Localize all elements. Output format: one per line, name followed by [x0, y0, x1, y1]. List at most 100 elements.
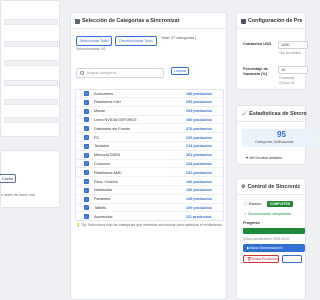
category-count: 154 productos [186, 161, 212, 166]
checkbox-checked[interactable]: ✓ [84, 170, 89, 176]
progress-label: Progreso [243, 221, 260, 225]
profit-input[interactable]: 15 [278, 66, 308, 74]
stat-number: 95 [277, 130, 286, 139]
placeholder-bar [4, 41, 58, 47]
toggle-details-label: Ver/Ocultar detalles [248, 156, 283, 160]
category-name: Plataforma AMD [94, 170, 122, 175]
checkbox-checked[interactable]: ✓ [84, 161, 89, 167]
category-row[interactable]: ✓ Línea NVIDIA GEFORCE 166 productos [76, 116, 223, 125]
category-row[interactable]: ✓ Parlantes 129 productos [76, 196, 223, 204]
last-update-label: Última actualización: 2025-06-20 [243, 237, 290, 241]
clear-cache-button[interactable]: Cache [0, 174, 16, 183]
placeholder-bar [4, 117, 58, 123]
categories-panel: Selección de Categorías a Sincronizar Se… [70, 12, 227, 300]
category-row[interactable]: ✓ Notebooks 136 productos [76, 187, 223, 195]
category-row[interactable]: ✓ Teclados 214 productos [76, 143, 223, 151]
checkbox-checked[interactable]: ✓ [84, 196, 89, 202]
category-row[interactable]: ✓ PC 229 productos [76, 134, 223, 142]
placeholder-bar [4, 80, 58, 86]
deselect-all-button[interactable]: Deseleccionar Todo [115, 36, 157, 46]
category-row[interactable]: ✓ Memoria DDR4 161 productos [76, 152, 223, 160]
extra-action-button[interactable] [282, 255, 302, 263]
price-config-panel: Configuración de Pre Cotización USD 1200… [236, 12, 308, 90]
completion-message: ✓ Sincronización completada [244, 212, 291, 216]
stats-title: Estadísticas de Sincro [249, 111, 307, 117]
categories-panel-header: Selección de Categorías a Sincronizar [75, 18, 180, 24]
clear-search-button[interactable]: Limpiar [171, 67, 189, 75]
search-icon [80, 71, 84, 75]
checkbox-checked[interactable]: ✓ [84, 143, 89, 149]
category-row[interactable]: ✓ Consumo 154 productos [76, 160, 223, 169]
divider [71, 28, 226, 29]
divider [237, 194, 305, 195]
checkbox-checked[interactable]: ✓ [84, 117, 89, 123]
category-row[interactable]: ✓ Mouse 193 productos [76, 108, 223, 116]
total-categories-label: Total: 97 categorías | [161, 36, 197, 40]
usd-rate-help: Tipo de cambio [279, 51, 301, 55]
checkbox-checked[interactable]: ✓ [84, 99, 89, 105]
category-row[interactable]: ✓ Accesorios 111 productos [76, 213, 223, 220]
category-search-input[interactable]: Buscar categoría... [76, 68, 164, 78]
category-name: Consumo [94, 161, 111, 166]
toggle-details-button[interactable]: ▾ Ver/Ocultar detalles [246, 155, 282, 160]
category-name: Mouse [94, 109, 106, 114]
category-name: Plataforma Intel [94, 100, 121, 105]
checkbox-checked[interactable]: ✓ [84, 152, 89, 158]
checkbox-checked[interactable]: ✓ [84, 214, 89, 220]
selected-categories-stat: 95 Categorías Seleccionad [242, 129, 317, 147]
checkbox-checked[interactable]: ✓ [84, 135, 89, 140]
category-count: 193 productos [186, 109, 212, 114]
start-sync-button[interactable]: ▶ Iniciar Sincronización [243, 244, 305, 252]
checkbox-checked[interactable]: ✓ [84, 91, 89, 96]
divider [237, 121, 305, 122]
category-row[interactable]: ✓ Gabinetes sin Fuente 276 productos [76, 125, 223, 134]
category-count: 111 productos [186, 214, 212, 219]
categories-panel-title: Selección de Categorías a Sincronizar [82, 18, 180, 24]
checkbox-checked[interactable]: ✓ [84, 108, 89, 114]
completion-text: Sincronización completada [248, 212, 291, 216]
placeholder-bar [4, 60, 58, 66]
category-name: Línea NVIDIA GEFORCE [94, 117, 137, 122]
stats-panel: 📈 Estadísticas de Sincro 95 Categorías S… [236, 105, 317, 165]
category-row[interactable]: ✓ Fans, Coolers 146 productos [76, 178, 223, 186]
tip-text: 💡 Tip: Selecciona solo las categorías qu… [76, 223, 226, 228]
divider [237, 28, 305, 29]
delete-products-button[interactable]: 🗑 Borrar Productos [243, 255, 279, 263]
category-count: 214 productos [186, 144, 212, 149]
select-all-button[interactable]: Seleccionar Todo [76, 36, 112, 46]
category-row[interactable]: ✓ Plataforma AMD 151 productos [76, 169, 223, 178]
category-count: 166 productos [186, 117, 212, 122]
category-name: Parlantes [94, 197, 111, 202]
delete-products-label: Borrar Productos [251, 257, 278, 261]
sync-progress-bar [243, 228, 305, 234]
category-list[interactable]: ✓ Auriculares 188 productos ✓ Plataforma Int… [75, 89, 224, 221]
category-name: Accesorios [94, 214, 113, 219]
usd-rate-label: Cotización USD [243, 42, 272, 46]
cache-note: o antes de hacer una [1, 193, 35, 197]
category-row[interactable]: ✓ Tablets 109 productos [76, 204, 223, 213]
sync-control-header: ⚙ Control de Sincroniz [241, 184, 300, 190]
left-top-panel [0, 0, 60, 137]
checkbox-checked[interactable]: ✓ [84, 126, 89, 132]
checkbox-checked[interactable]: ✓ [84, 179, 89, 184]
category-name: Gabinetes sin Fuente [94, 126, 131, 131]
sync-control-panel: ⚙ Control de Sincroniz ⓘ Estado: COMPLET… [236, 178, 306, 300]
checkbox-checked[interactable]: ✓ [84, 187, 89, 193]
category-name: Tablets [94, 205, 107, 210]
category-count: 136 productos [186, 188, 212, 193]
category-row[interactable]: ✓ Auriculares 188 productos [76, 90, 223, 98]
sync-control-title: Control de Sincroniz [247, 184, 301, 190]
stat-label: Categorías Seleccionad [255, 140, 294, 144]
price-config-header: Configuración de Pre [241, 18, 303, 24]
list-icon [75, 18, 80, 24]
usd-rate-input[interactable]: 1200 [278, 41, 308, 49]
stats-header: 📈 Estadísticas de Sincro [241, 111, 307, 117]
category-count: 109 productos [186, 205, 212, 210]
search-placeholder: Buscar categoría... [87, 71, 119, 75]
checkbox-checked[interactable]: ✓ [84, 205, 89, 211]
state-row: ⓘ Estado: [244, 202, 262, 207]
category-count: 276 productos [186, 126, 212, 131]
profit-help: Porcentaje [279, 76, 295, 80]
start-sync-label: Iniciar Sincronización [249, 246, 283, 250]
category-row[interactable]: ✓ Plataforma Intel 293 productos [76, 99, 223, 107]
